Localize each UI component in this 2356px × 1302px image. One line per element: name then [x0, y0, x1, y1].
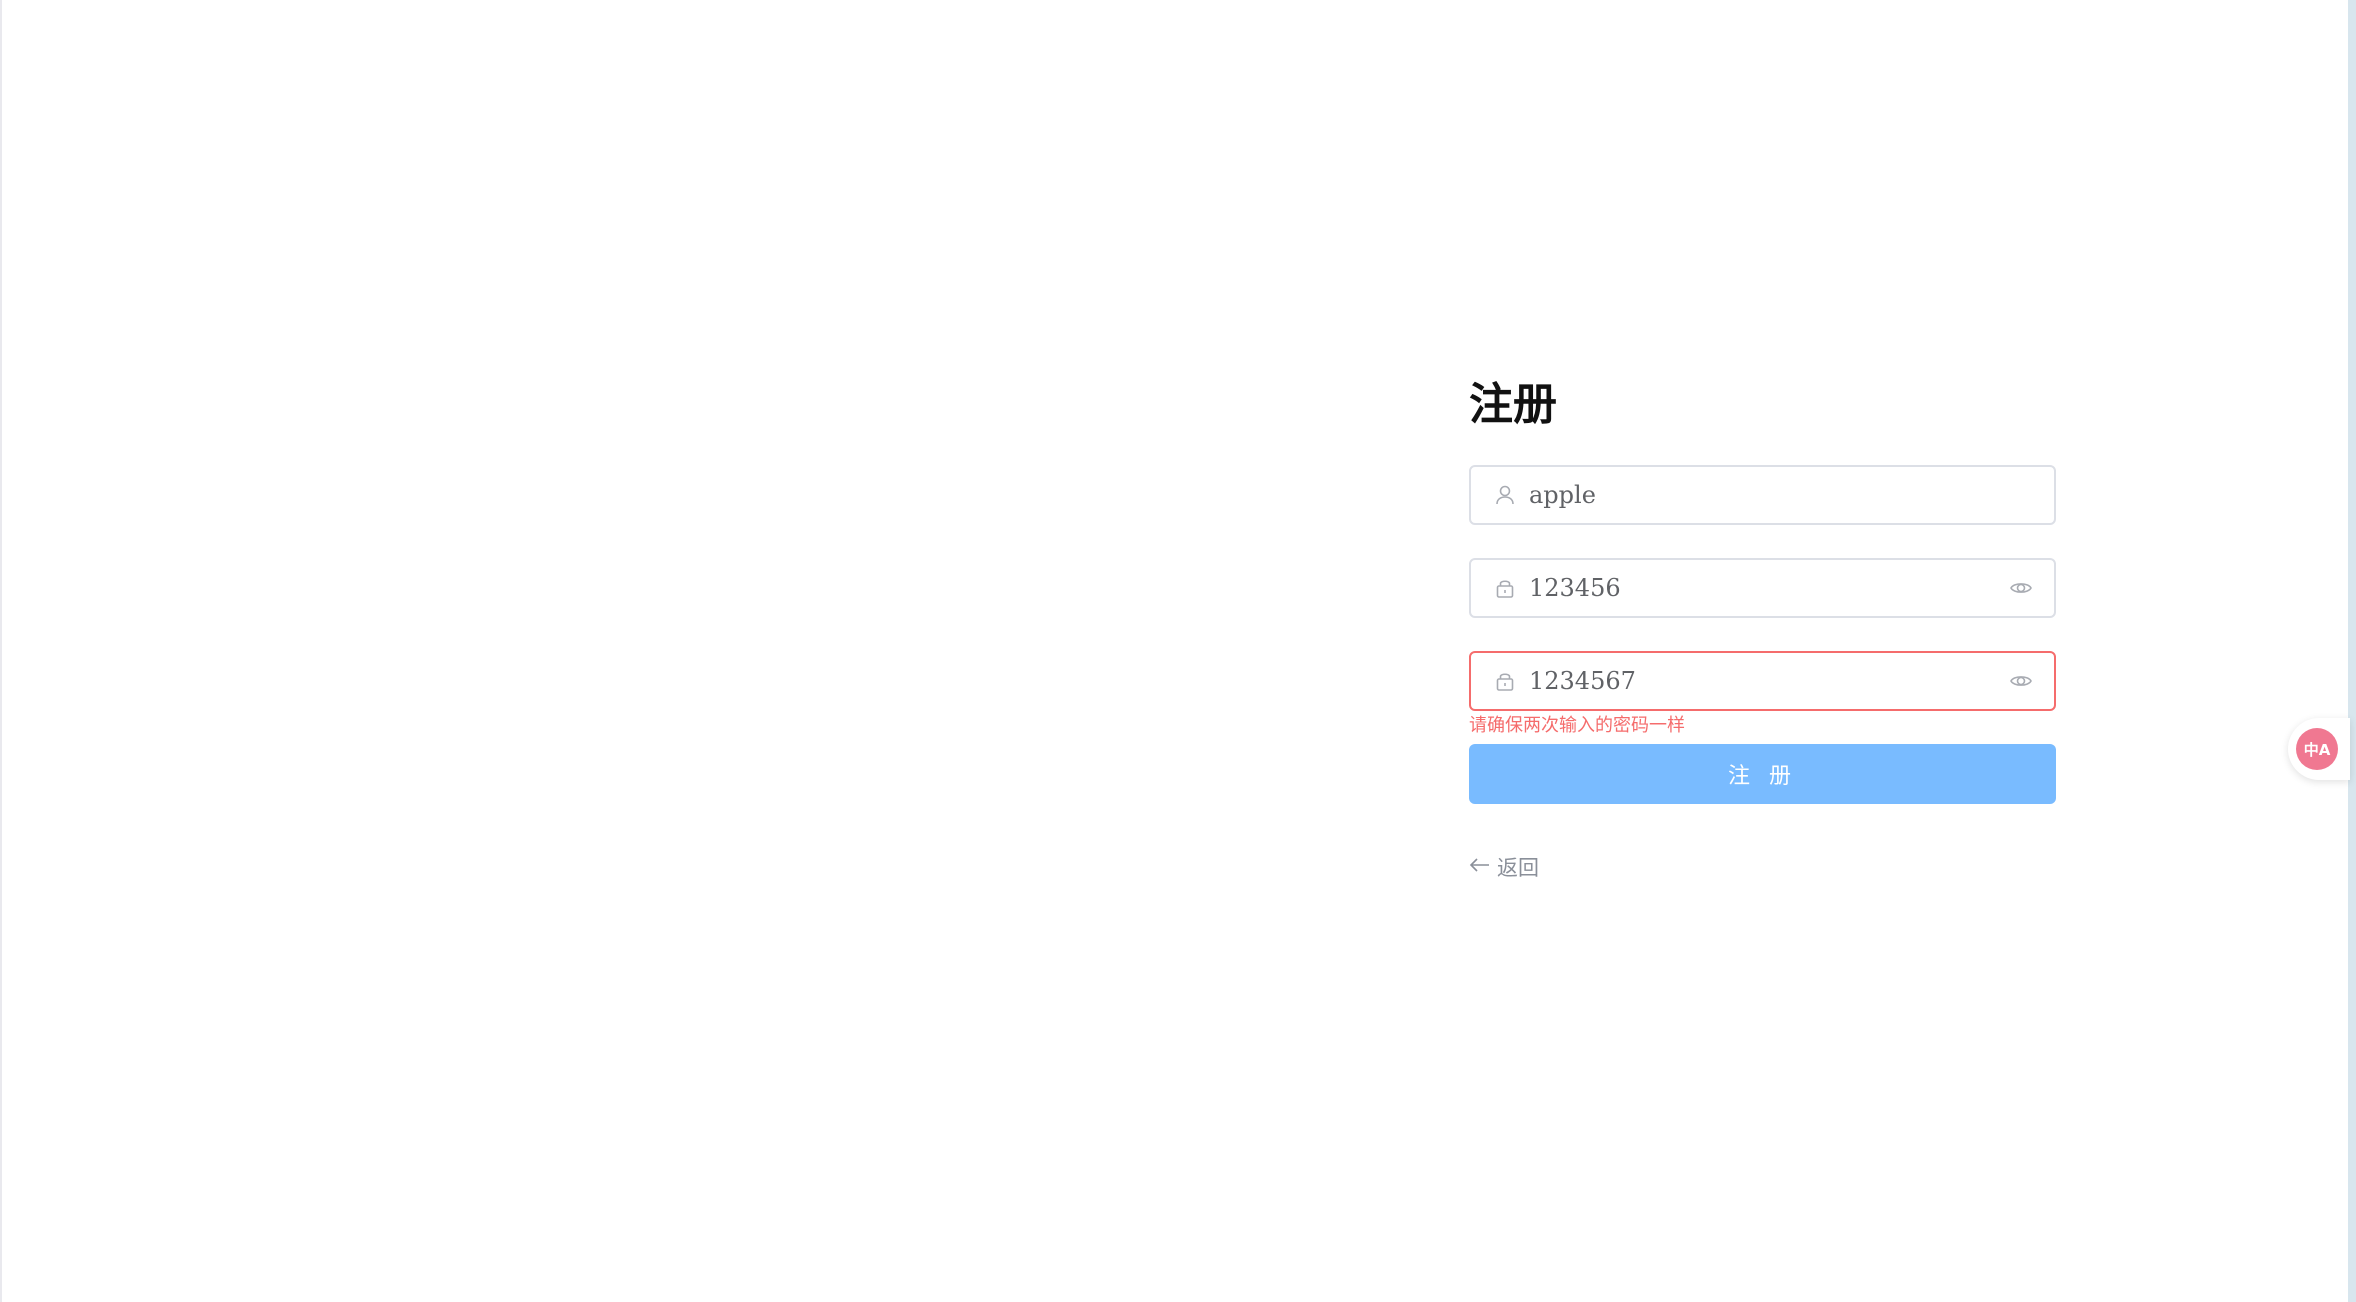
username-field[interactable] [1469, 465, 2056, 525]
register-form: 注册 apple 123456 1234567 请确保两次输入的密码一样 注 册… [1469, 370, 2056, 880]
page-title: 注册 [1469, 379, 1557, 430]
back-link[interactable]: 返回 [1469, 852, 1539, 882]
register-page: 注册 apple 123456 1234567 请确保两次输入的密码一样 注 册… [0, 0, 2356, 1302]
user-icon [1491, 481, 1519, 509]
back-label: 返回 [1497, 856, 1539, 880]
confirm-password-field[interactable] [1469, 651, 2056, 711]
translate-widget: 中A [2288, 718, 2350, 780]
register-button[interactable]: 注 册 [1469, 744, 2056, 804]
arrow-left-icon [1469, 855, 1491, 879]
password-input[interactable] [1529, 568, 2006, 608]
password-field[interactable] [1469, 558, 2056, 618]
username-input[interactable] [1529, 475, 2054, 515]
translate-icon[interactable]: 中A [2296, 728, 2338, 770]
confirm-password-input[interactable] [1529, 661, 2006, 701]
confirm-password-error: 请确保两次输入的密码一样 [1469, 715, 1685, 736]
lock-icon [1491, 667, 1519, 695]
eye-icon[interactable] [2006, 573, 2036, 603]
window-edge [2348, 0, 2356, 1302]
lock-icon [1491, 574, 1519, 602]
eye-icon[interactable] [2006, 666, 2036, 696]
